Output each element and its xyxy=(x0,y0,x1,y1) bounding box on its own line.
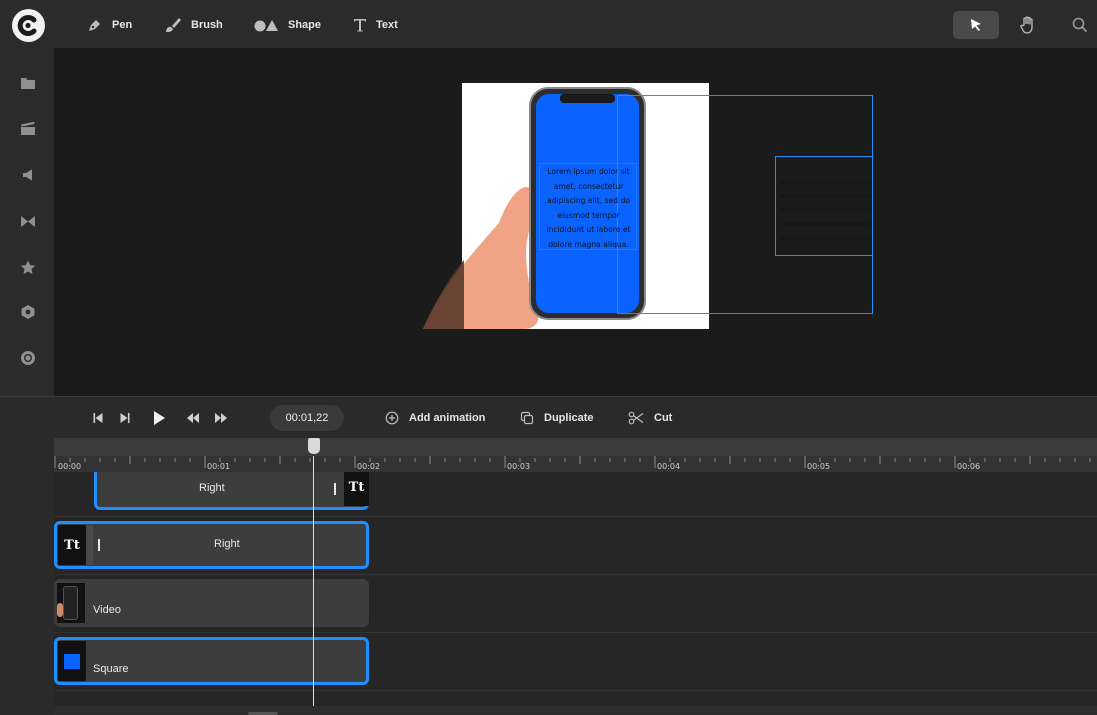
top-toolbar: Pen Brush Shape Text xyxy=(0,0,1097,48)
tick-label-2: 00:02 xyxy=(357,462,381,471)
hand-icon xyxy=(1020,16,1033,34)
tick-label-3: 00:03 xyxy=(507,462,531,471)
app-logo[interactable] xyxy=(12,9,45,42)
tool-pen-label: Pen xyxy=(112,19,133,31)
clip-thumbnail xyxy=(58,641,86,681)
lane-divider xyxy=(54,574,1097,575)
lane-divider xyxy=(54,690,1097,691)
tick-label-0: 00:00 xyxy=(58,462,82,471)
square-shape-icon xyxy=(64,653,80,669)
search-button[interactable] xyxy=(1070,15,1090,35)
sidebar-item-video[interactable] xyxy=(17,117,39,139)
duplicate-label: Duplicate xyxy=(544,412,594,424)
timeline-clip-text-2[interactable]: Tt Right xyxy=(54,521,369,569)
clip-thumbnail: Tt xyxy=(58,525,86,565)
clip-label: Square xyxy=(93,663,129,675)
editor-canvas[interactable]: Lorem ipsum dolor sit amet, consectetur … xyxy=(54,48,1097,396)
add-animation-button[interactable]: Add animation xyxy=(385,409,485,427)
skip-to-end-button[interactable] xyxy=(117,410,133,426)
folder-icon xyxy=(21,78,35,89)
timeline-gutter xyxy=(0,438,54,715)
timeline-horizontal-scrollbar[interactable] xyxy=(54,706,1097,715)
timeline-ruler[interactable]: 00:00 00:01 00:02 00:03 00:04 00:05 00:0… xyxy=(54,438,1097,472)
tick-label-1: 00:01 xyxy=(207,462,231,471)
cut-label: Cut xyxy=(654,412,673,424)
play-button[interactable] xyxy=(151,410,167,426)
canvas-text-box[interactable]: Lorem ipsum dolor sit amet, consectetur … xyxy=(540,165,637,252)
select-tool-button[interactable] xyxy=(953,11,999,39)
text-clip-icon: Tt xyxy=(64,537,80,553)
text-clip-icon: Tt xyxy=(348,480,365,495)
timeline-clip-text-1[interactable]: Right Tt xyxy=(94,472,369,510)
clip-gap xyxy=(86,525,93,565)
tool-shape-label: Shape xyxy=(288,19,322,31)
player-controls: 00:01,22 Add animation Duplicate Cut xyxy=(0,396,1097,438)
sidebar-item-audio[interactable] xyxy=(17,164,39,186)
tool-brush-label: Brush xyxy=(191,19,223,31)
rewind-button[interactable] xyxy=(185,410,201,426)
canvas-text-ghost xyxy=(780,170,870,250)
sidebar-item-record[interactable] xyxy=(17,347,39,369)
hand-tool-button[interactable] xyxy=(1017,13,1039,37)
timeline-clip-square[interactable]: Square xyxy=(54,637,369,685)
clapperboard-icon xyxy=(21,121,35,135)
tool-pen[interactable]: Pen xyxy=(87,14,132,36)
timecode-display[interactable]: 00:01,22 xyxy=(270,405,344,431)
tick-label-4: 00:04 xyxy=(657,462,681,471)
timeline-tracks: Right Tt Tt Right Video Square xyxy=(54,472,1097,707)
clip-label: Right xyxy=(199,482,225,494)
clip-thumbnail: Tt xyxy=(344,472,369,506)
playhead-handle[interactable] xyxy=(308,438,320,454)
star-icon xyxy=(20,260,36,274)
clip-label: Right xyxy=(214,538,240,550)
video-thumbnail xyxy=(57,583,85,623)
play-icon xyxy=(154,411,165,425)
skip-to-start-button[interactable] xyxy=(90,410,106,426)
speaker-icon xyxy=(23,169,32,181)
shape-icon xyxy=(254,20,278,32)
pen-icon xyxy=(89,20,100,31)
lane-divider xyxy=(54,516,1097,517)
transition-icon xyxy=(21,215,35,227)
tool-brush[interactable]: Brush xyxy=(164,14,223,36)
clip-label: Video xyxy=(93,604,121,616)
skip-forward-icon xyxy=(120,413,130,423)
playhead-line xyxy=(313,456,314,706)
scissors-icon xyxy=(628,411,644,425)
tool-text-label: Text xyxy=(376,19,398,31)
brush-icon xyxy=(166,18,181,32)
plus-circle-icon xyxy=(385,411,399,425)
rewind-icon xyxy=(187,413,199,423)
add-animation-label: Add animation xyxy=(409,412,486,424)
left-sidebar xyxy=(0,48,54,396)
tick-label-6: 00:06 xyxy=(957,462,981,471)
tool-text[interactable]: Text xyxy=(353,14,398,36)
search-icon xyxy=(1072,17,1087,32)
duplicate-icon xyxy=(520,411,534,425)
fast-forward-button[interactable] xyxy=(213,410,229,426)
sidebar-item-media[interactable] xyxy=(17,72,39,94)
trim-handle[interactable] xyxy=(334,483,336,495)
skip-back-icon xyxy=(93,413,103,423)
sidebar-item-transitions[interactable] xyxy=(17,210,39,232)
duplicate-button[interactable]: Duplicate xyxy=(520,409,594,427)
tool-shape[interactable]: Shape xyxy=(254,14,321,36)
record-icon xyxy=(21,351,35,365)
sidebar-item-elements[interactable] xyxy=(17,301,39,323)
trim-handle[interactable] xyxy=(98,539,100,551)
timeline-clip-video[interactable]: Video xyxy=(54,579,369,627)
tick-label-5: 00:05 xyxy=(807,462,831,471)
text-icon xyxy=(354,19,366,32)
pointer-icon xyxy=(971,19,981,31)
sidebar-item-favorites[interactable] xyxy=(17,256,39,278)
cut-button[interactable]: Cut xyxy=(628,409,672,427)
hexagon-icon xyxy=(21,305,35,319)
lane-divider xyxy=(54,632,1097,633)
fast-forward-icon xyxy=(215,413,227,423)
